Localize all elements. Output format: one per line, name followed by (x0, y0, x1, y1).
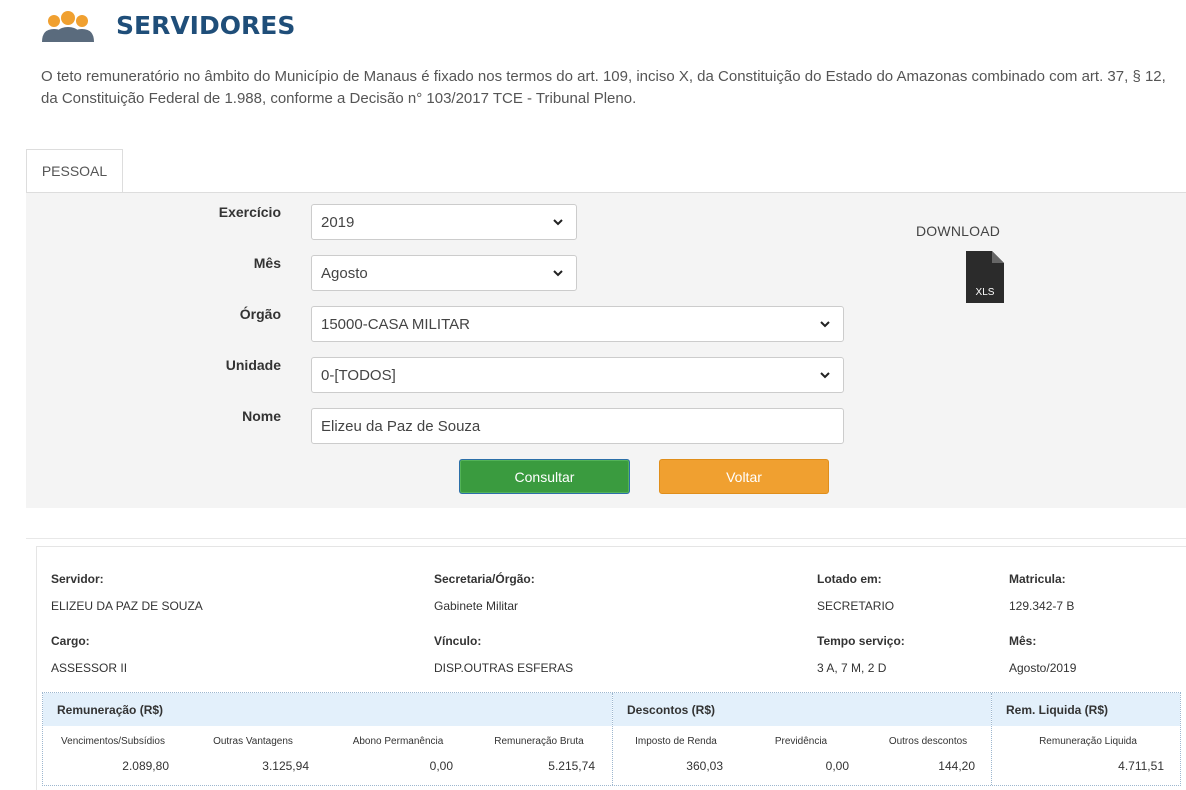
unidade-value: 0-[TODOS] (321, 366, 396, 384)
nome-input[interactable]: Elizeu da Paz de Souza (311, 408, 844, 444)
mes-label: Mês (253, 255, 281, 271)
servidor-value: ELIZEU DA PAZ DE SOUZA (51, 599, 203, 613)
table-column-header: Remuneração Liquida (1039, 736, 1137, 747)
intro-text: O teto remuneratório no âmbito do Municí… (41, 68, 1166, 107)
tempo-label: Tempo serviço: (817, 634, 905, 648)
remuneracao-header: Remuneração (R$) (43, 693, 612, 726)
table-column-header: Previdência (774, 736, 828, 747)
xls-label: XLS (976, 287, 995, 298)
unidade-row: Unidade (26, 357, 296, 373)
vinculo-value: DISP.OUTRAS ESFERAS (434, 661, 574, 675)
matricula-label: Matricula: (1009, 572, 1066, 586)
exercicio-row: Exercício (26, 204, 296, 220)
users-icon (40, 8, 96, 44)
lotado-label: Lotado em: (817, 572, 882, 586)
orgao-value: 15000-CASA MILITAR (321, 315, 470, 333)
servidor-label: Servidor: (51, 572, 104, 586)
nome-value: Elizeu da Paz de Souza (321, 417, 481, 435)
mes-select[interactable]: Agosto (311, 255, 577, 291)
table-cell: 144,20 (938, 759, 975, 773)
chevron-down-icon (820, 321, 830, 328)
table-column-header: Imposto de Renda (635, 736, 717, 747)
table-cell: 0,00 (825, 759, 849, 773)
column-divider (991, 693, 992, 785)
secretaria-value: Gabinete Militar (434, 599, 519, 613)
orgao-label: Órgão (239, 306, 281, 322)
orgao-select[interactable]: 15000-CASA MILITAR (311, 306, 844, 342)
table-cell: 3.125,94 (262, 759, 309, 773)
page-header (40, 4, 96, 48)
table-column-header: Vencimentos/Subsídios (61, 736, 165, 747)
exercicio-value: 2019 (321, 213, 355, 231)
download-section: DOWNLOAD XLS (916, 223, 1004, 303)
mes-result-value: Agosto/2019 (1009, 661, 1077, 675)
table-column-header: Remuneração Bruta (494, 736, 584, 747)
mes-value: Agosto (321, 264, 368, 282)
cargo-value: ASSESSOR II (51, 661, 128, 675)
cargo-label: Cargo: (51, 634, 90, 648)
mes-result-label: Mês: (1009, 634, 1037, 648)
tempo-value: 3 A, 7 M, 2 D (817, 661, 887, 675)
voltar-button[interactable]: Voltar (659, 459, 829, 494)
page-title: SERVIDORES (116, 11, 296, 40)
liquida-header: Rem. Liquida (R$) (992, 693, 1180, 726)
exercicio-select[interactable]: 2019 (311, 204, 577, 240)
vinculo-label: Vínculo: (434, 634, 482, 648)
descontos-header: Descontos (R$) (613, 693, 991, 726)
consultar-button[interactable]: Consultar (459, 459, 630, 494)
table-column-header: Abono Permanência (352, 736, 444, 747)
unidade-label: Unidade (225, 357, 281, 373)
column-divider (612, 693, 613, 785)
file-xls-icon[interactable]: XLS (966, 251, 1004, 303)
mes-row: Mês (26, 255, 296, 271)
exercicio-label: Exercício (218, 204, 281, 220)
nome-row: Nome (26, 408, 296, 424)
unidade-select[interactable]: 0-[TODOS] (311, 357, 844, 393)
chevron-down-icon (820, 372, 830, 379)
section-divider (26, 538, 1186, 539)
table-cell: 5.215,74 (548, 759, 595, 773)
nome-label: Nome (242, 408, 281, 424)
secretaria-label: Secretaria/Órgão: (434, 572, 535, 586)
table-column-header: Outras Vantagens (213, 736, 293, 747)
salary-table: Remuneração (R$) Descontos (R$) Rem. Liq… (42, 692, 1181, 786)
table-column-header: Outros descontos (888, 736, 968, 747)
table-cell: 360,03 (686, 759, 723, 773)
matricula-value: 129.342-7 B (1009, 599, 1075, 613)
lotado-value: SECRETARIO (817, 599, 895, 613)
table-cell: 2.089,80 (122, 759, 169, 773)
tab-pessoal[interactable]: PESSOAL (26, 149, 123, 192)
chevron-down-icon (553, 270, 563, 277)
chevron-down-icon (553, 219, 563, 226)
table-cell: 0,00 (429, 759, 453, 773)
table-cell: 4.711,51 (1118, 759, 1164, 773)
orgao-row: Órgão (26, 306, 296, 322)
download-label: DOWNLOAD (916, 223, 1001, 239)
